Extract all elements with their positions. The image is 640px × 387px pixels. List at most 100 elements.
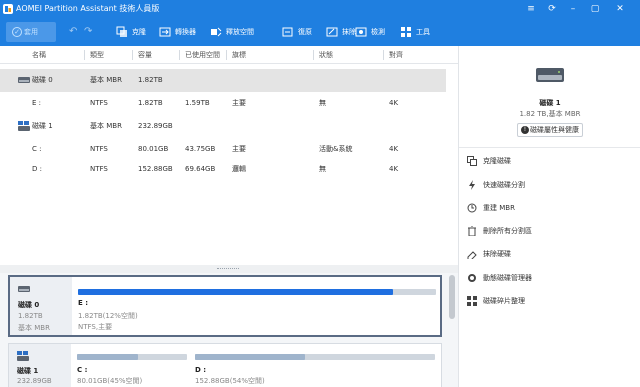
defrag-icon: [467, 296, 477, 306]
table-row-disk-1[interactable]: 磁碟 1 基本 MBR 232.89GB: [0, 115, 446, 138]
row-align: 4K: [389, 99, 399, 107]
column-header-flag[interactable]: 旗標: [232, 46, 246, 64]
disk-icon: [18, 77, 30, 83]
recovery-icon: [282, 27, 293, 37]
table-scrollbar[interactable]: [446, 64, 458, 264]
column-divider: [226, 50, 227, 60]
maximize-icon[interactable]: ▢: [589, 3, 601, 15]
partition-usage-bar[interactable]: [77, 354, 187, 360]
scrollbar-thumb[interactable]: [449, 275, 455, 319]
minimize-icon[interactable]: –: [567, 3, 579, 15]
op-delete-all-partitions[interactable]: 刪除所有分割區: [467, 223, 635, 239]
partition-usage-bar[interactable]: [195, 354, 435, 360]
redo-icon[interactable]: ↷: [84, 27, 94, 37]
toolbar-item-label: 檢測: [371, 28, 385, 36]
table-row-partition-e[interactable]: E : NTFS 1.82TB 1.59TB 主要 無 4K: [0, 92, 446, 115]
selected-disk-info: 1.82 TB,基本 MBR: [519, 110, 581, 118]
partition-label: D :: [195, 366, 207, 374]
op-label: 克隆磁碟: [483, 157, 511, 165]
disk-card-name: 磁碟 1: [17, 367, 39, 375]
row-capacity: 232.89GB: [138, 122, 173, 130]
toolbar-item-label: 釋放空間: [226, 28, 254, 36]
close-icon[interactable]: ✕: [614, 3, 626, 15]
partition-label: E :: [78, 299, 89, 307]
disk-card-info: 磁碟 1 232.89GB: [9, 344, 71, 387]
partition-usage-bar[interactable]: [78, 289, 436, 295]
row-used: 69.64GB: [185, 165, 216, 173]
splitter-grip[interactable]: [217, 268, 239, 270]
partition-detail: 80.01GB(45%空閒): [77, 377, 143, 385]
partition-fs: NTFS,主要: [78, 323, 113, 331]
info-icon: !: [521, 126, 529, 134]
app-logo-icon: [3, 4, 13, 14]
row-capacity: 1.82TB: [138, 99, 163, 107]
row-capacity: 1.82TB: [138, 76, 163, 84]
clone-icon: [116, 26, 127, 37]
disk-card-name: 磁碟 0: [18, 301, 40, 309]
column-header-used[interactable]: 已使用空間: [185, 46, 220, 64]
disk-properties-label: 磁碟屬性與健康: [530, 126, 579, 134]
partition-detail: 152.88GB(54%空閒): [195, 377, 265, 385]
row-type: NTFS: [90, 165, 108, 173]
disk-card-1[interactable]: 磁碟 1 232.89GB C : 80.01GB(45%空閒) D : 152…: [8, 343, 442, 387]
toolbar: ✓ 套用 ↶ ↷ 克隆 轉換器 釋放空間 復原 抹除 檢測 工具: [0, 18, 640, 46]
row-used: 1.59TB: [185, 99, 210, 107]
toolbar-wipe-button[interactable]: 抹除: [326, 24, 356, 40]
disk-icon: [18, 121, 30, 131]
test-icon: [355, 27, 367, 37]
column-header-name[interactable]: 名稱: [32, 46, 46, 64]
row-name: E :: [32, 99, 42, 107]
toolbar-convert-button[interactable]: 轉換器: [159, 24, 196, 40]
row-status: 無: [319, 165, 326, 173]
table-header: 名稱 類型 容量 已使用空間 旗標 狀態 對齊: [0, 46, 458, 64]
row-flag: 主要: [232, 99, 246, 107]
table-row-partition-d[interactable]: D : NTFS 152.88GB 69.64GB 邏輯 無 4K: [0, 158, 446, 181]
pane-splitter[interactable]: [0, 265, 458, 273]
op-wipe-disk[interactable]: 抹除硬碟: [467, 246, 635, 262]
toolbar-test-button[interactable]: 檢測: [355, 24, 385, 40]
dynamic-disk-icon: [468, 274, 476, 282]
column-header-align[interactable]: 對齊: [389, 46, 403, 64]
op-rebuild-mbr[interactable]: 重建 MBR: [467, 200, 635, 216]
op-disk-defrag[interactable]: 磁碟碎片整理: [467, 293, 635, 309]
toolbar-tools-button[interactable]: 工具: [400, 24, 430, 40]
table-row-disk-0[interactable]: 磁碟 0 基本 MBR 1.82TB: [0, 69, 446, 92]
free-space-icon: [211, 27, 222, 37]
rebuild-mbr-icon: [467, 203, 477, 213]
toolbar-item-label: 抹除: [342, 28, 356, 36]
selected-disk-name: 磁碟 1: [539, 99, 561, 107]
op-quick-partition[interactable]: 快速磁碟分割: [467, 177, 635, 193]
partition-usage-fill: [78, 289, 394, 295]
tools-icon: [401, 27, 411, 37]
row-align: 4K: [389, 165, 399, 173]
disk-card-0[interactable]: 磁碟 0 1.82TB 基本 MBR E : 1.82TB(12%空閒) NTF…: [8, 275, 442, 337]
refresh-icon[interactable]: ⟳: [546, 3, 558, 15]
disk-card-type: 基本 MBR: [18, 324, 50, 332]
op-dynamic-disk-manager[interactable]: 動態磁碟管理器: [467, 270, 635, 286]
column-header-type[interactable]: 類型: [90, 46, 104, 64]
row-name: 磁碟 0: [32, 76, 53, 84]
toolbar-free-space-button[interactable]: 釋放空間: [210, 24, 254, 40]
disk-properties-button[interactable]: ! 磁碟屬性與健康: [517, 123, 583, 137]
partition-label: C :: [77, 366, 88, 374]
column-header-capacity[interactable]: 容量: [138, 46, 152, 64]
apply-label: 套用: [24, 28, 38, 36]
column-header-status[interactable]: 狀態: [319, 46, 333, 64]
row-status: 無: [319, 99, 326, 107]
op-clone-disk[interactable]: 克隆磁碟: [467, 153, 635, 169]
apply-button[interactable]: ✓ 套用: [6, 22, 56, 42]
hamburger-menu-icon[interactable]: ≡: [525, 3, 537, 15]
undo-icon[interactable]: ↶: [69, 27, 79, 37]
title-bar: AOMEI Partition Assistant 技術人員版 ≡ ⟳ – ▢ …: [0, 0, 640, 18]
disk-card-info: 磁碟 0 1.82TB 基本 MBR: [10, 277, 72, 335]
op-label: 抹除硬碟: [483, 250, 511, 258]
delete-partitions-icon: [468, 226, 476, 236]
toolbar-item-label: 工具: [416, 28, 430, 36]
toolbar-recovery-button[interactable]: 復原: [282, 24, 312, 40]
quick-partition-icon: [469, 180, 475, 190]
row-flag: 邏輯: [232, 165, 246, 173]
column-divider: [132, 50, 133, 60]
check-icon: ✓: [12, 27, 22, 37]
disk-map-scrollbar[interactable]: [446, 273, 458, 387]
toolbar-clone-button[interactable]: 克隆: [116, 24, 146, 40]
